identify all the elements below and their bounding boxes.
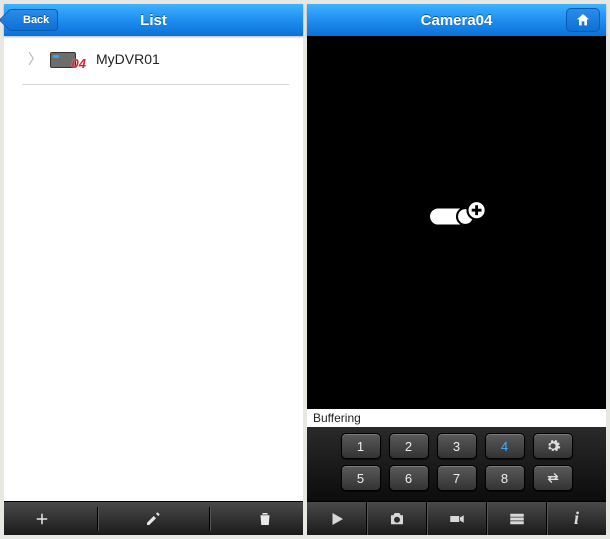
list-item-label: MyDVR01	[96, 51, 160, 67]
channel-key-2[interactable]: 2	[389, 433, 429, 459]
device-list: 〉 04 MyDVR01	[4, 36, 303, 501]
edit-icon	[144, 510, 162, 528]
channel-key-6[interactable]: 6	[389, 465, 429, 491]
info-icon: i	[574, 508, 579, 529]
info-button[interactable]: i	[546, 502, 606, 535]
status-text: Buffering	[307, 409, 606, 427]
snapshot-button[interactable]	[366, 502, 426, 535]
chevron-right-icon: 〉	[28, 49, 42, 69]
trash-icon	[256, 510, 274, 528]
device-list-pane: Back List 〉 04 MyDVR01	[4, 4, 305, 535]
right-header: Camera04	[307, 4, 606, 36]
home-icon	[575, 12, 591, 28]
record-button[interactable]	[426, 502, 486, 535]
add-button[interactable]	[22, 507, 62, 531]
dvr-badge: 04	[72, 56, 86, 71]
add-camera-icon	[422, 192, 492, 253]
camera-icon	[387, 510, 407, 528]
channel-key-4[interactable]: 4	[485, 433, 525, 459]
keypad-swap-button[interactable]	[533, 465, 573, 491]
settings-button[interactable]	[486, 502, 546, 535]
channel-key-7[interactable]: 7	[437, 465, 477, 491]
channel-key-5[interactable]: 5	[341, 465, 381, 491]
left-header: Back List	[4, 4, 303, 36]
home-button[interactable]	[566, 8, 600, 32]
channel-key-1[interactable]: 1	[341, 433, 381, 459]
list-item[interactable]: 〉 04 MyDVR01	[22, 36, 289, 85]
dvr-icon: 04	[50, 48, 86, 70]
camera-view-pane: Camera04 Buffering 1 2	[305, 4, 606, 535]
channel-key-3[interactable]: 3	[437, 433, 477, 459]
back-button[interactable]: Back	[8, 9, 58, 31]
sliders-icon	[507, 510, 527, 528]
play-icon	[327, 510, 347, 528]
channel-key-8[interactable]: 8	[485, 465, 525, 491]
play-button[interactable]	[307, 502, 366, 535]
keypad-settings-button[interactable]	[533, 433, 573, 459]
back-label: Back	[23, 14, 49, 26]
right-toolbar: i	[307, 501, 606, 535]
delete-button[interactable]	[245, 507, 285, 531]
left-toolbar	[4, 501, 303, 535]
right-title: Camera04	[307, 12, 606, 29]
swap-icon	[545, 470, 561, 486]
camcorder-icon	[447, 510, 467, 528]
gear-icon	[545, 438, 561, 454]
plus-icon	[33, 510, 51, 528]
edit-button[interactable]	[133, 507, 173, 531]
channel-keypad: 1 2 3 4 5 6 7 8	[307, 427, 606, 501]
video-area[interactable]	[307, 36, 606, 409]
